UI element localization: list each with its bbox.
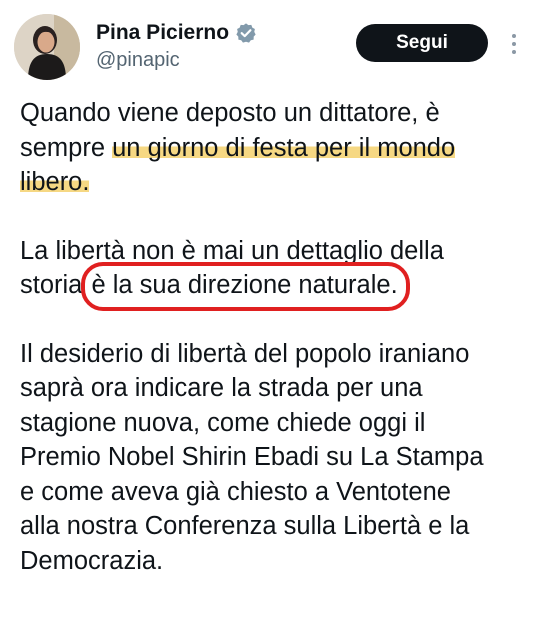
tweet-line: storia è la sua direzione naturale. <box>20 262 535 310</box>
tweet-text-span: Quando viene deposto un dittatore, è <box>20 99 440 127</box>
author-display-name[interactable]: Pina Picierno <box>96 20 229 46</box>
red-circled-phrase: è la sua direzione naturale. <box>81 262 410 310</box>
tweet-text-span: sempre <box>20 133 113 162</box>
tweet-header: Pina Picierno @pinapic Segui <box>0 0 545 90</box>
tweet-line: e come aveva già chiesto a Ventotene <box>20 477 451 506</box>
tweet-line: Quando viene deposto un dittatore, è <box>20 96 535 131</box>
more-dot <box>512 42 516 46</box>
tweet-text: Quando viene deposto un dittatore, è sem… <box>20 96 535 578</box>
avatar-photo <box>14 14 80 80</box>
verified-badge-icon <box>235 22 257 44</box>
yellow-highlight: un giorno di festa per il mondo <box>112 133 456 162</box>
tweet-line: sempre un giorno di festa per il mondo <box>20 131 535 166</box>
tweet-line: saprà ora indicare la strada per una <box>20 374 423 402</box>
avatar[interactable] <box>14 14 80 80</box>
tweet-line: La libertà non è mai un dettaglio della <box>20 234 535 269</box>
tweet-text-span: La libertà non è mai un dettaglio della <box>20 236 444 265</box>
follow-button[interactable]: Segui <box>356 24 488 62</box>
tweet-line: Il desiderio di libertà del popolo irani… <box>20 339 470 368</box>
tweet-line: Premio Nobel Shirin Ebadi su La Stampa <box>20 443 484 471</box>
tweet-text-span: storia <box>20 271 90 299</box>
tweet-line: libero. <box>20 165 535 200</box>
tweet-line: Democrazia. <box>20 546 164 575</box>
tweet-line: alla nostra Conferenza sulla Libertà e l… <box>20 512 470 540</box>
tweet-line: stagione nuova, come chiede oggi il <box>20 408 426 437</box>
author-name-row: Pina Picierno <box>96 20 257 46</box>
author-handle[interactable]: @pinapic <box>96 48 180 72</box>
more-dot <box>512 34 516 38</box>
yellow-highlight: libero. <box>20 168 90 196</box>
more-dot <box>512 50 516 54</box>
more-options-icon[interactable] <box>504 30 524 58</box>
